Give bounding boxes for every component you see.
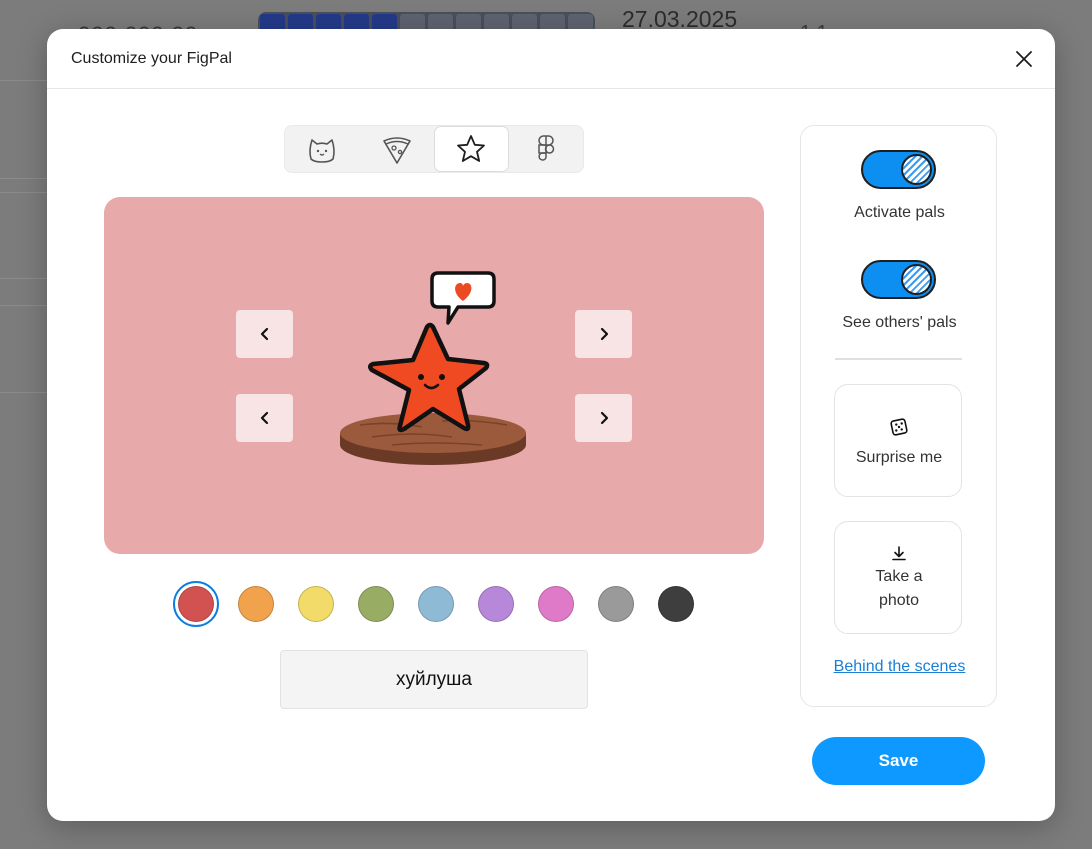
surprise-me-button[interactable]: Surprise me <box>834 384 962 497</box>
color-swatches <box>173 581 699 627</box>
color-swatch[interactable] <box>293 581 339 627</box>
color-swatch-fill <box>538 586 574 622</box>
color-swatch-fill <box>598 586 634 622</box>
color-swatch[interactable] <box>473 581 519 627</box>
chevron-left-icon <box>260 327 268 341</box>
color-swatch[interactable] <box>533 581 579 627</box>
save-button[interactable]: Save <box>812 737 985 785</box>
modal-header: Customize your FigPal <box>47 29 1055 89</box>
color-swatch[interactable] <box>353 581 399 627</box>
tab-pizza[interactable] <box>360 126 435 172</box>
take-photo-button[interactable]: Take a photo <box>834 521 962 634</box>
star-icon <box>457 135 486 162</box>
star-pal-character <box>340 271 526 465</box>
color-swatch-fill <box>358 586 394 622</box>
dice-icon <box>890 418 908 436</box>
see-others-pals-toggle[interactable] <box>861 260 936 299</box>
pizza-slice-icon <box>382 137 411 164</box>
color-swatch-fill <box>238 586 274 622</box>
figma-logo-icon <box>538 135 555 161</box>
behind-the-scenes-link[interactable]: Behind the scenes <box>801 658 998 676</box>
wooden-pedestal <box>340 413 526 465</box>
color-swatch[interactable] <box>233 581 279 627</box>
color-swatch[interactable] <box>593 581 639 627</box>
close-icon <box>1016 51 1032 67</box>
chevron-right-icon <box>600 411 608 425</box>
tab-star[interactable] <box>434 126 509 172</box>
toggle-knob <box>901 264 932 295</box>
tab-cat[interactable] <box>285 126 360 172</box>
surprise-me-label: Surprise me <box>855 449 943 466</box>
category-tabs <box>284 125 584 173</box>
activate-pals-label: Activate pals <box>854 204 945 221</box>
color-swatch-fill <box>658 586 694 622</box>
next-top-button[interactable] <box>575 310 632 358</box>
options-panel: Activate pals See others' pals Surprise … <box>800 125 997 707</box>
take-photo-label: photo <box>878 592 920 609</box>
color-swatch-fill <box>418 586 454 622</box>
prev-top-button[interactable] <box>236 310 293 358</box>
chevron-left-icon <box>260 411 268 425</box>
toggle-knob <box>901 154 932 185</box>
chevron-right-icon <box>600 327 608 341</box>
color-swatch[interactable] <box>653 581 699 627</box>
pal-name-input[interactable] <box>280 650 588 709</box>
take-photo-label: Take a <box>875 568 923 585</box>
pal-preview-stage <box>104 197 764 554</box>
see-others-pals-label: See others' pals <box>842 314 957 331</box>
tab-figma[interactable] <box>509 126 584 172</box>
cat-face-icon <box>309 139 336 163</box>
color-swatch-fill <box>478 586 514 622</box>
color-swatch-fill <box>178 586 214 622</box>
speech-bubble <box>430 271 496 325</box>
color-swatch[interactable] <box>413 581 459 627</box>
download-icon <box>892 546 906 561</box>
next-bottom-button[interactable] <box>575 394 632 442</box>
modal-title: Customize your FigPal <box>71 50 232 67</box>
color-swatch-fill <box>298 586 334 622</box>
prev-bottom-button[interactable] <box>236 394 293 442</box>
activate-pals-toggle[interactable] <box>861 150 936 189</box>
customize-figpal-modal: Customize your FigPal хуйлуша Activate p… <box>47 29 1055 821</box>
panel-divider <box>835 358 962 360</box>
color-swatch[interactable] <box>173 581 219 627</box>
close-button[interactable] <box>1013 48 1035 70</box>
